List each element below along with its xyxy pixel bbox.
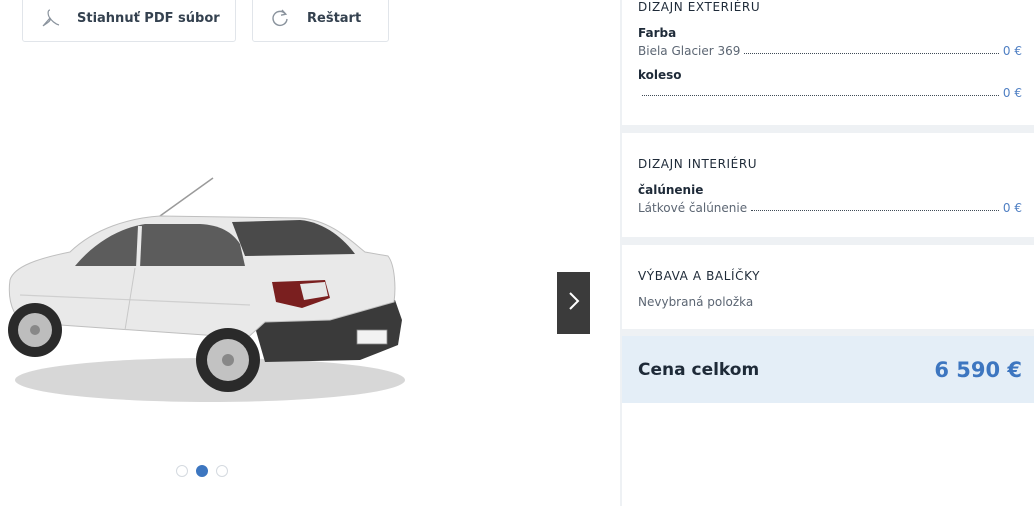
interior-title: DIZAJN INTERIÉRU bbox=[638, 157, 758, 171]
gallery-dot-3[interactable] bbox=[216, 465, 228, 477]
total-label: Cena celkom bbox=[638, 359, 760, 380]
paint-price: 0 € bbox=[1002, 44, 1022, 58]
dotted-leader bbox=[744, 53, 999, 54]
gallery-dot-1[interactable] bbox=[176, 465, 188, 477]
total-value: 6 590 € bbox=[934, 357, 1022, 382]
summary-panel: DIZAJN EXTERIÉRU Farba Biela Glacier 369… bbox=[620, 0, 1034, 506]
dotted-leader bbox=[642, 95, 999, 96]
dotted-leader bbox=[751, 210, 999, 211]
wheel-price: 0 € bbox=[1002, 86, 1022, 100]
pdf-icon bbox=[39, 7, 61, 29]
summary-footer-space bbox=[622, 403, 1034, 506]
upholstery-label: čalúnenie bbox=[638, 183, 704, 197]
chevron-right-icon bbox=[567, 290, 581, 316]
configurator-preview: Stiahnuť PDF súbor Reštart bbox=[0, 0, 620, 506]
equipment-empty-text: Nevybraná položka bbox=[638, 295, 754, 309]
exterior-title: DIZAJN EXTERIÉRU bbox=[638, 0, 761, 14]
paint-row: Biela Glacier 369 0 € bbox=[638, 40, 1022, 58]
wheel-row: 0 € bbox=[638, 82, 1022, 100]
next-image-button[interactable] bbox=[557, 272, 590, 334]
gallery-pagination bbox=[176, 465, 228, 477]
reset-label: Reštart bbox=[307, 10, 362, 26]
upholstery-price: 0 € bbox=[1002, 201, 1022, 215]
upholstery-value: Látkové čalúnenie bbox=[638, 201, 748, 215]
interior-section: DIZAJN INTERIÉRU čalúnenie Látkové čalún… bbox=[622, 133, 1034, 237]
download-pdf-label: Stiahnuť PDF súbor bbox=[77, 10, 220, 26]
paint-label: Farba bbox=[638, 26, 677, 40]
wheel-label: koleso bbox=[638, 68, 682, 82]
reset-button[interactable]: Reštart bbox=[252, 0, 389, 42]
paint-value: Biela Glacier 369 bbox=[638, 44, 741, 58]
gallery-dot-2[interactable] bbox=[196, 465, 208, 477]
equipment-title: VÝBAVA A BALÍČKY bbox=[638, 269, 761, 283]
car-image bbox=[8, 177, 405, 402]
download-pdf-button[interactable]: Stiahnuť PDF súbor bbox=[22, 0, 236, 42]
total-price-bar: Cena celkom 6 590 € bbox=[622, 336, 1034, 403]
exterior-section: DIZAJN EXTERIÉRU Farba Biela Glacier 369… bbox=[622, 0, 1034, 125]
equipment-section: VÝBAVA A BALÍČKY Nevybraná položka bbox=[622, 245, 1034, 329]
upholstery-row: Látkové čalúnenie 0 € bbox=[638, 197, 1022, 215]
refresh-icon bbox=[269, 7, 291, 29]
